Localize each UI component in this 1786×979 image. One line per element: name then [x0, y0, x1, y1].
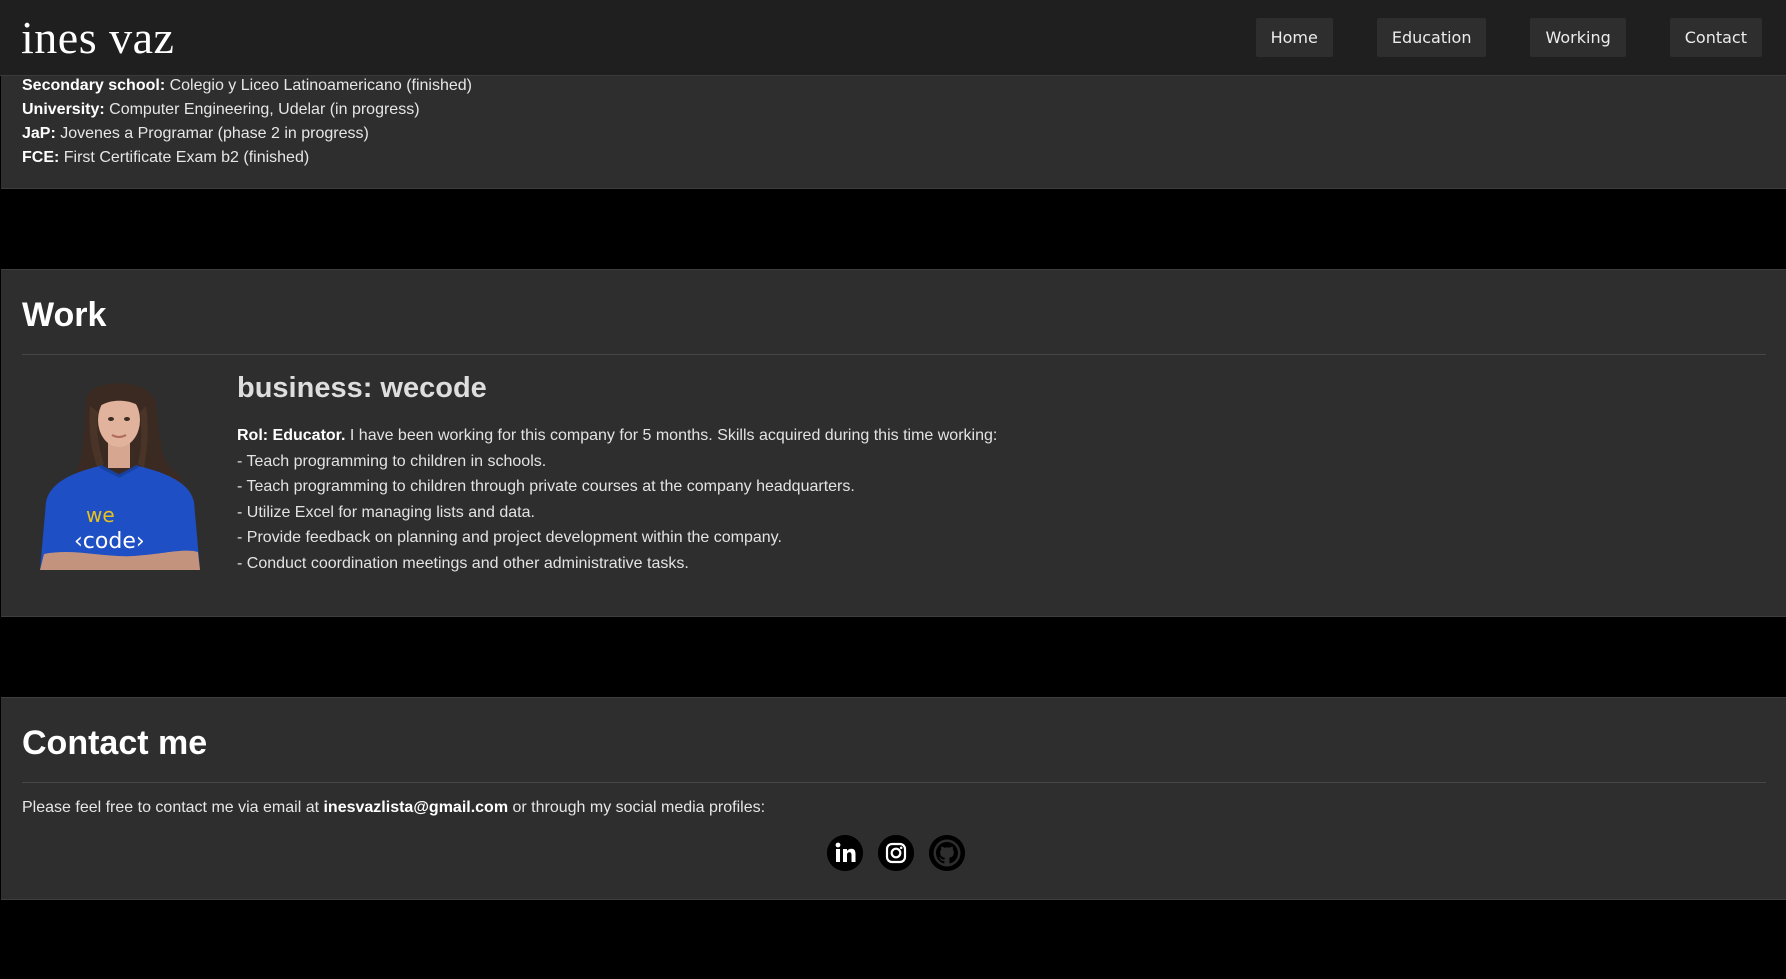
job-description: Rol: Educator. I have been working for t… [237, 423, 997, 577]
profile-photo: we ‹code› [40, 383, 200, 570]
role-label: Rol: Educator. [237, 427, 346, 444]
work-section: Work we ‹code› business: wecode Rol: Edu… [1, 269, 1786, 617]
work-divider [22, 354, 1766, 355]
contact-divider [22, 782, 1766, 783]
nav-education-button[interactable]: Education [1376, 18, 1487, 57]
education-list: Secondary school: Colegio y Liceo Latino… [22, 74, 472, 170]
education-item: JaP: Jovenes a Programar (phase 2 in pro… [22, 125, 369, 142]
skill-item: - Teach programming to children through … [237, 478, 855, 496]
nav-home-button[interactable]: Home [1255, 18, 1333, 57]
role-text: I have been working for this company for… [345, 427, 998, 444]
nav-working-button[interactable]: Working [1530, 18, 1626, 57]
business-title: business: wecode [237, 372, 487, 404]
skill-item: - Utilize Excel for managing lists and d… [237, 503, 535, 521]
email-link[interactable]: inesvazlista@gmail.com [323, 799, 508, 816]
work-title: Work [22, 296, 107, 334]
social-links [827, 835, 965, 871]
contact-section: Contact me Please feel free to contact m… [1, 697, 1786, 900]
education-item: FCE: First Certificate Exam b2 (finished… [22, 149, 310, 166]
contact-text: Please feel free to contact me via email… [22, 799, 766, 816]
site-brand[interactable]: ines vaz [21, 12, 174, 64]
github-icon[interactable] [929, 835, 965, 871]
nav-contact-button[interactable]: Contact [1669, 18, 1762, 57]
svg-text:we: we [86, 503, 115, 527]
skill-item: - Teach programming to children in schoo… [237, 452, 547, 470]
main-nav: Home Education Working Contact [1255, 18, 1762, 57]
education-item: Secondary school: Colegio y Liceo Latino… [22, 77, 472, 94]
skill-item: - Conduct coordination meetings and othe… [237, 554, 689, 572]
instagram-icon[interactable] [878, 835, 914, 871]
education-item: University: Computer Engineering, Udelar… [22, 101, 420, 118]
svg-text:‹code›: ‹code› [74, 529, 145, 554]
contact-title: Contact me [22, 724, 208, 762]
skill-item: - Provide feedback on planning and proje… [237, 529, 782, 547]
top-navbar: ines vaz Home Education Working Contact [0, 0, 1786, 76]
linkedin-icon[interactable] [827, 835, 863, 871]
